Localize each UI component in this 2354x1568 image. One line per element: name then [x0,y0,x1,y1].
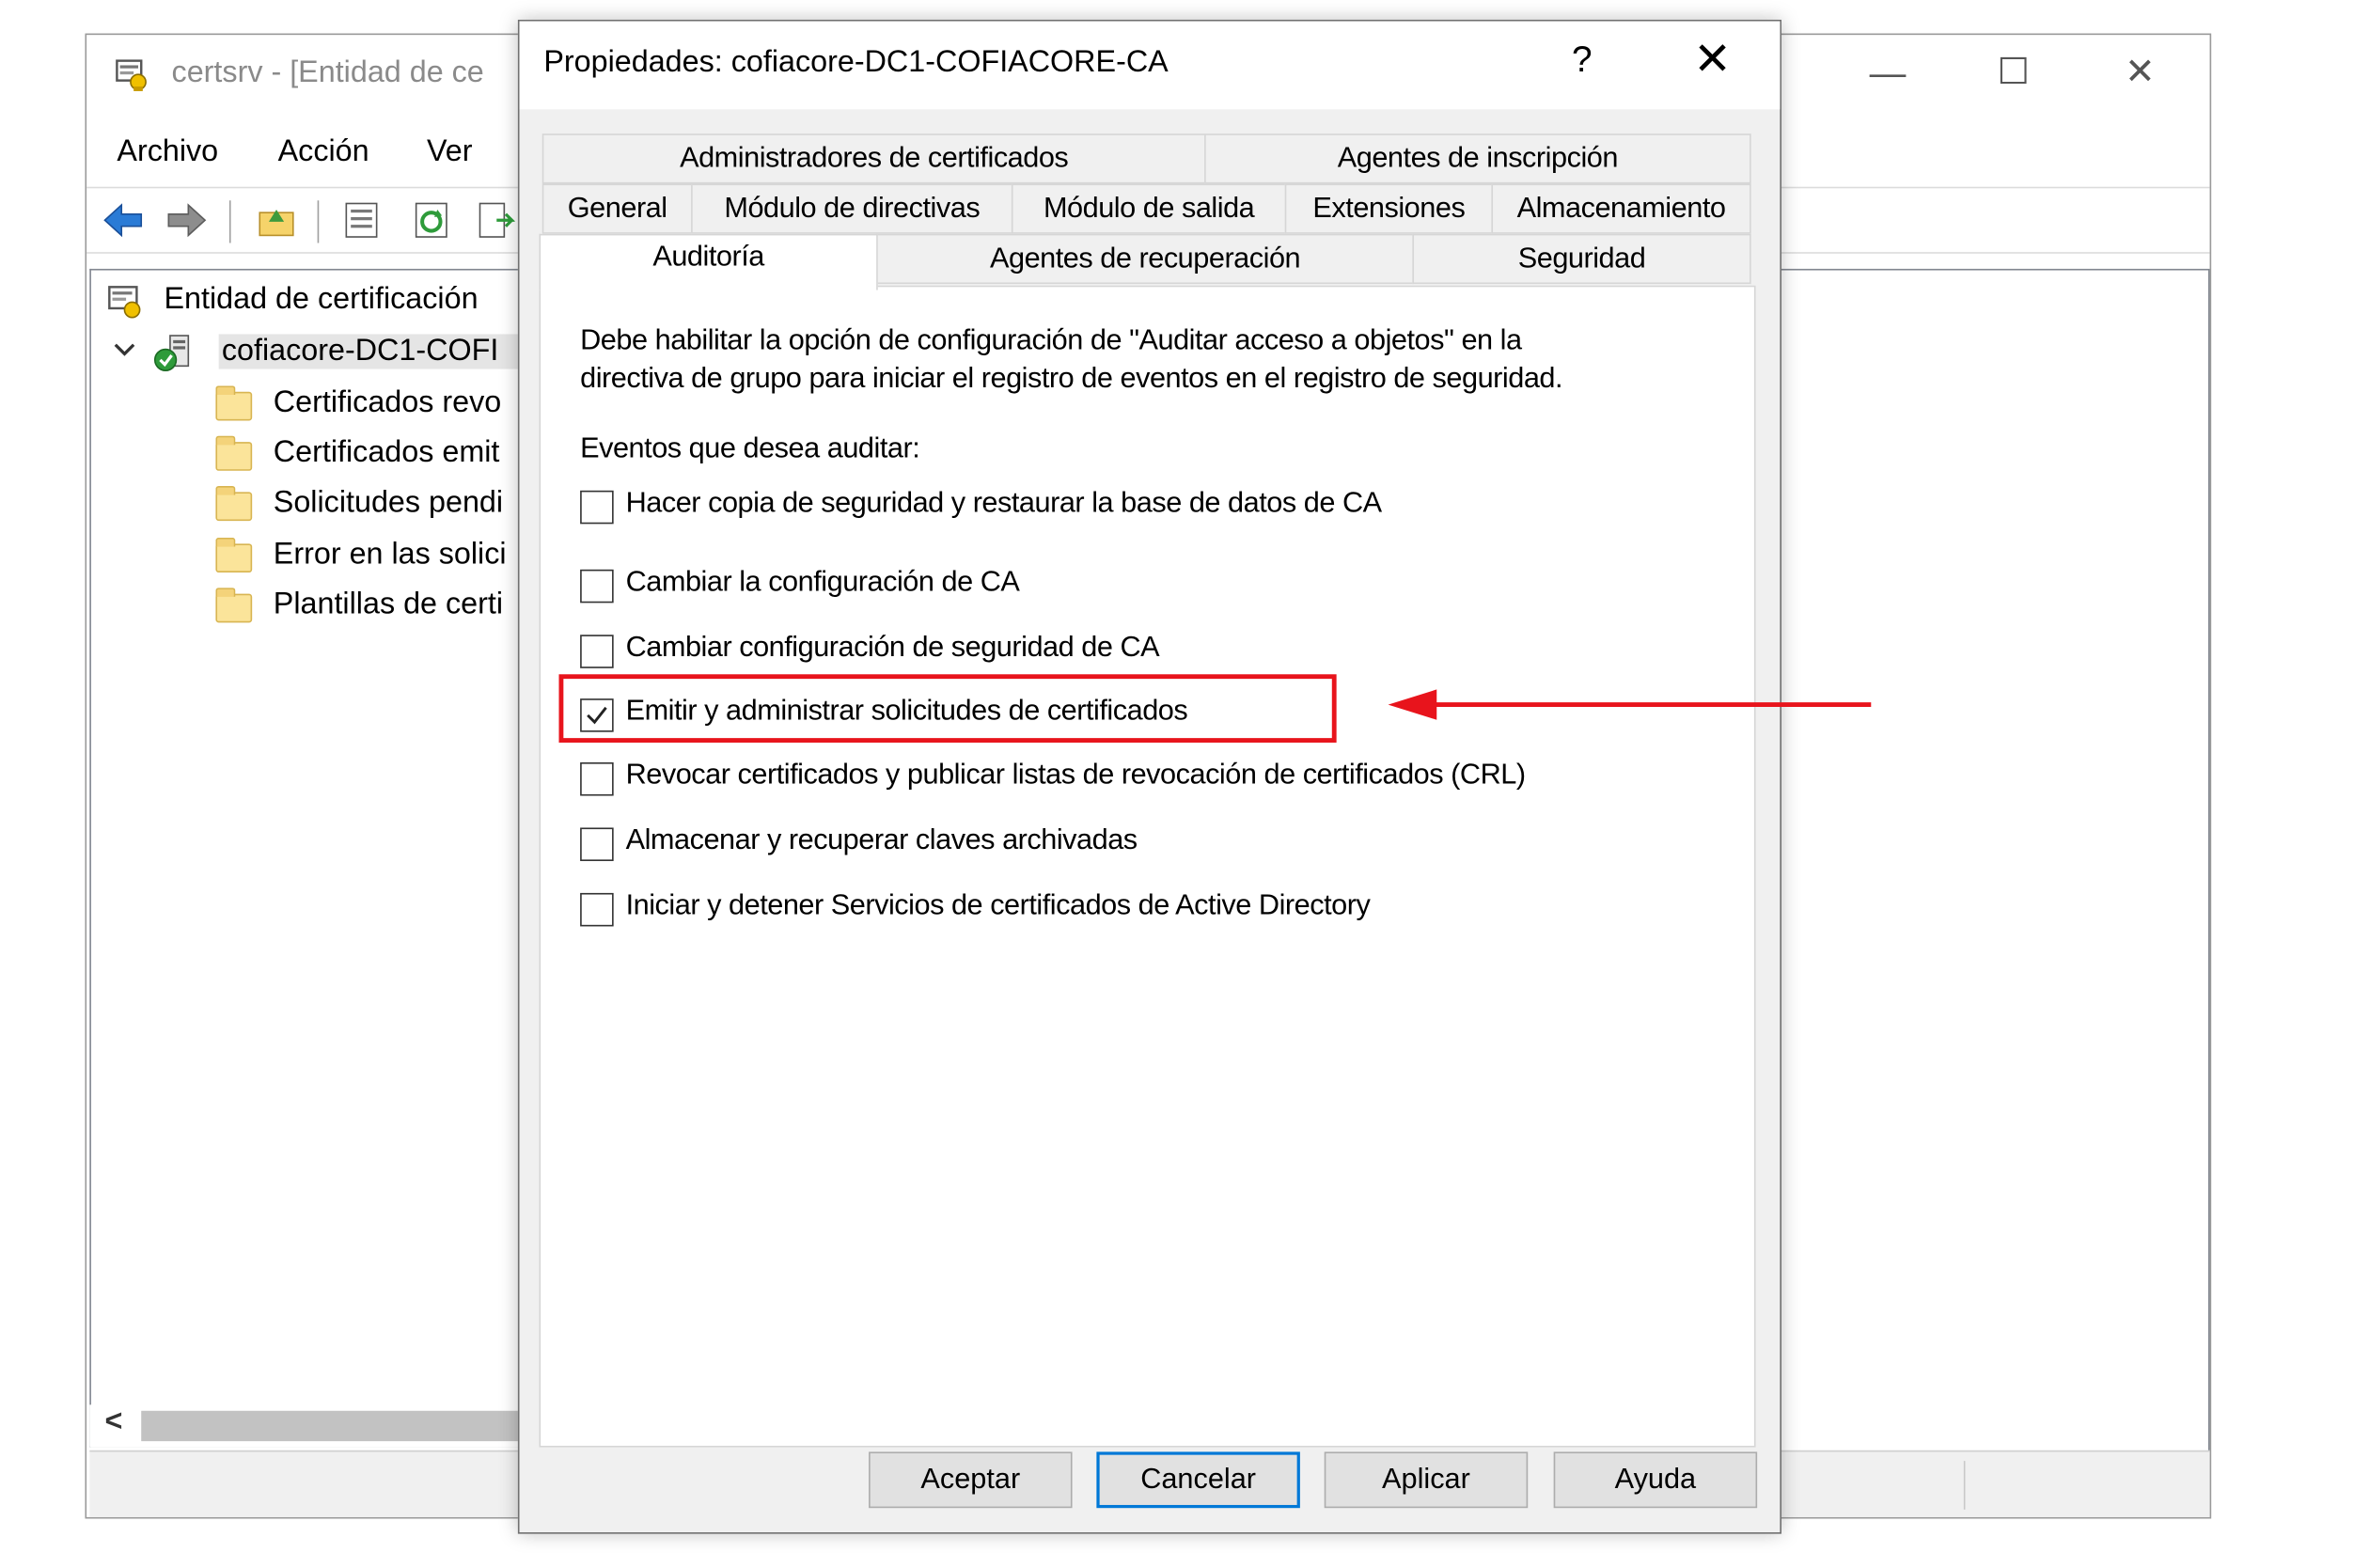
description-line-2: directiva de grupo para iniciar el regis… [580,363,1563,396]
tab-agentes-de-inscripcion[interactable]: Agentes de inscripción [1204,133,1751,184]
menu-ver[interactable]: Ver [427,135,473,170]
checkbox-label: Almacenar y recuperar claves archivadas [625,824,1138,857]
folder-icon [215,537,253,573]
maximize-button[interactable]: ☐ [1997,50,2030,94]
properties-dialog: Propiedades: cofiacore-DC1-COFIACORE-CA … [517,20,1781,1534]
back-arrow-icon[interactable] [102,200,143,240]
tab-general[interactable]: General [541,183,693,234]
scroll-left-arrow-icon[interactable]: < [104,1404,122,1439]
tab-agentes-de-recuperacion[interactable]: Agentes de recuperación [876,233,1415,285]
chevron-down-icon[interactable] [113,337,137,369]
tree-root-item[interactable]: Entidad de certificación [164,282,478,317]
tree-item-certificate-templates[interactable]: Plantillas de certi [274,588,503,622]
menu-accion[interactable]: Acción [278,135,369,170]
horizontal-scrollbar[interactable]: < [89,1404,545,1448]
folder-icon [215,485,253,522]
cancel-button[interactable]: Cancelar [1096,1451,1300,1509]
tab-seguridad[interactable]: Seguridad [1412,233,1751,285]
tab-extensiones[interactable]: Extensiones [1284,183,1494,234]
status-divider [1963,1461,1966,1510]
refresh-icon[interactable] [412,200,451,240]
tree-item-failed-requests[interactable]: Error en las solici [274,538,507,572]
help-button[interactable]: Ayuda [1553,1451,1758,1509]
ok-button[interactable]: Aceptar [869,1451,1073,1509]
checkbox-box[interactable] [580,635,614,668]
certsrv-app-icon [114,56,150,101]
main-window-title: certsrv - [Entidad de ce [171,55,484,90]
minimize-button[interactable]: — [1870,54,1907,96]
checkbox-label: Cambiar configuración de seguridad de CA [625,632,1160,664]
description-line-1: Debe habilitar la opción de configuració… [580,324,1522,357]
dialog-titlebar: Propiedades: cofiacore-DC1-COFIACORE-CA … [519,21,1781,110]
tab-modulo-de-salida[interactable]: Módulo de salida [1011,183,1287,234]
auditoria-tab-panel: Debe habilitar la opción de configuració… [539,285,1756,1448]
highlight-box [558,674,1337,743]
events-to-audit-label: Eventos que desea auditar: [580,432,920,465]
tree-item-pending-requests[interactable]: Solicitudes pendi [274,486,503,521]
toolbar-separator [317,200,320,243]
ca-server-icon [152,331,195,381]
folder-icon [215,385,253,421]
export-list-icon[interactable] [476,200,516,240]
checkbox-label: Hacer copia de seguridad y restaurar la … [625,487,1383,520]
tab-almacenamiento[interactable]: Almacenamiento [1491,183,1751,234]
tree-item-issued-certificates[interactable]: Certificados emit [274,436,500,471]
checkbox-label: Cambiar la configuración de CA [625,566,1020,599]
checkbox-label: Iniciar y detener Servicios de certifica… [625,889,1371,922]
up-folder-icon[interactable] [257,200,296,240]
console-tree: Entidad de certificación cofiacore-DC1-C… [89,268,550,1448]
checkbox-box[interactable] [580,827,614,861]
tab-auditoria[interactable]: Auditoría [539,233,878,290]
tab-administradores-de-certificados[interactable]: Administradores de certificados [541,133,1206,184]
forward-arrow-icon[interactable] [165,200,207,240]
folder-icon [215,435,253,471]
toolbar-separator [228,200,231,243]
checkbox-box[interactable] [580,761,614,796]
close-button[interactable]: ✕ [2125,50,2155,94]
checkbox-box[interactable] [580,490,614,525]
checkbox-box[interactable] [580,892,614,927]
tree-item-revoked-certificates[interactable]: Certificados revo [274,385,501,420]
arrow-left-icon [1382,683,1883,733]
results-pane [1775,268,2210,1454]
menu-archivo[interactable]: Archivo [117,135,218,170]
folder-icon [215,588,253,623]
tree-ca-node[interactable]: cofiacore-DC1-COFI [218,334,550,369]
dialog-close-button[interactable]: ✕ [1693,34,1732,87]
properties-icon[interactable] [341,200,381,240]
checkbox-box[interactable] [580,569,614,604]
tab-modulo-de-directivas[interactable]: Módulo de directivas [691,183,1013,234]
apply-button[interactable]: Aplicar [1324,1451,1529,1509]
scrollbar-thumb[interactable] [141,1410,545,1442]
dialog-title: Propiedades: cofiacore-DC1-COFIACORE-CA [543,45,1169,80]
dialog-help-button[interactable]: ? [1572,39,1593,82]
certification-authority-icon [106,282,146,329]
checkbox-label: Revocar certificados y publicar listas d… [625,759,1526,792]
